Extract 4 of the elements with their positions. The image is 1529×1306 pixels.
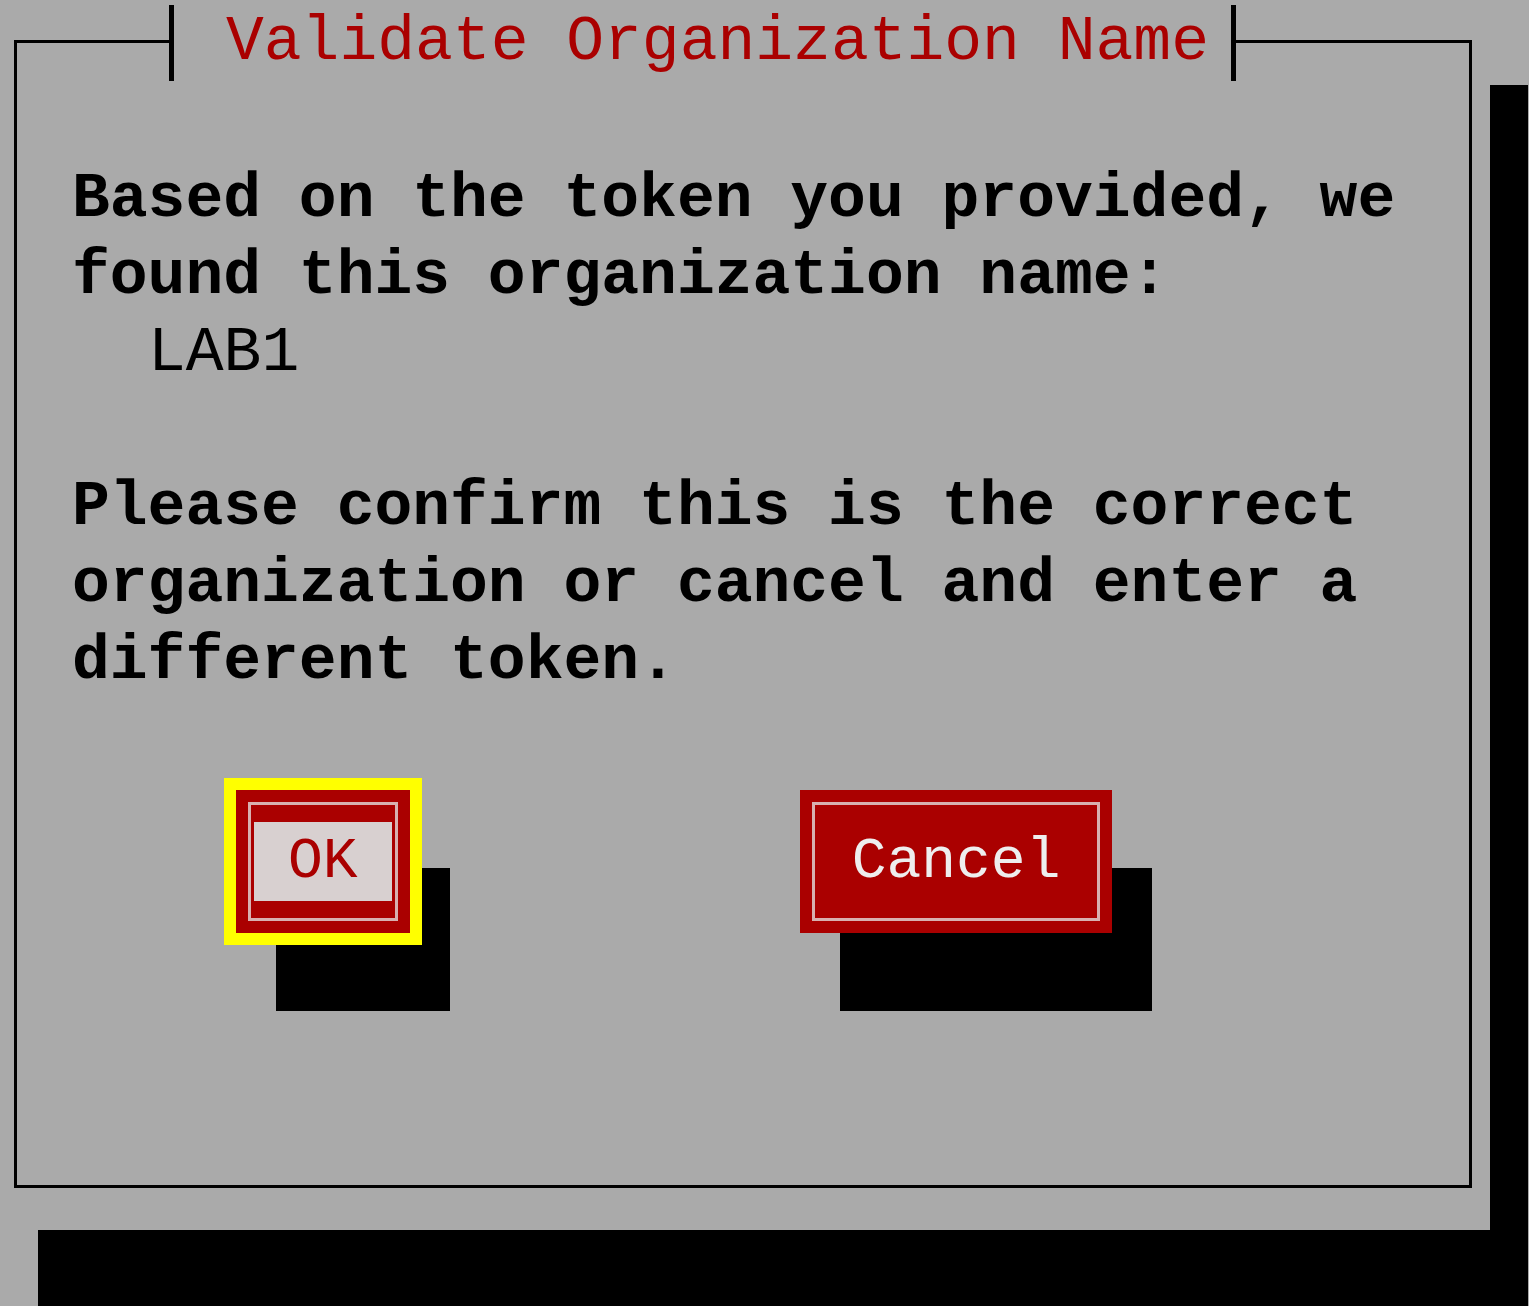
organization-name: LAB1	[147, 317, 301, 391]
message-text: Based on the token you provided, we found this organization name:	[72, 163, 1397, 314]
dialog-title: Validate Organization Name	[225, 6, 1210, 80]
instruction-text: Please confirm this is the correct organization or cancel and enter a different token.	[72, 471, 1359, 699]
